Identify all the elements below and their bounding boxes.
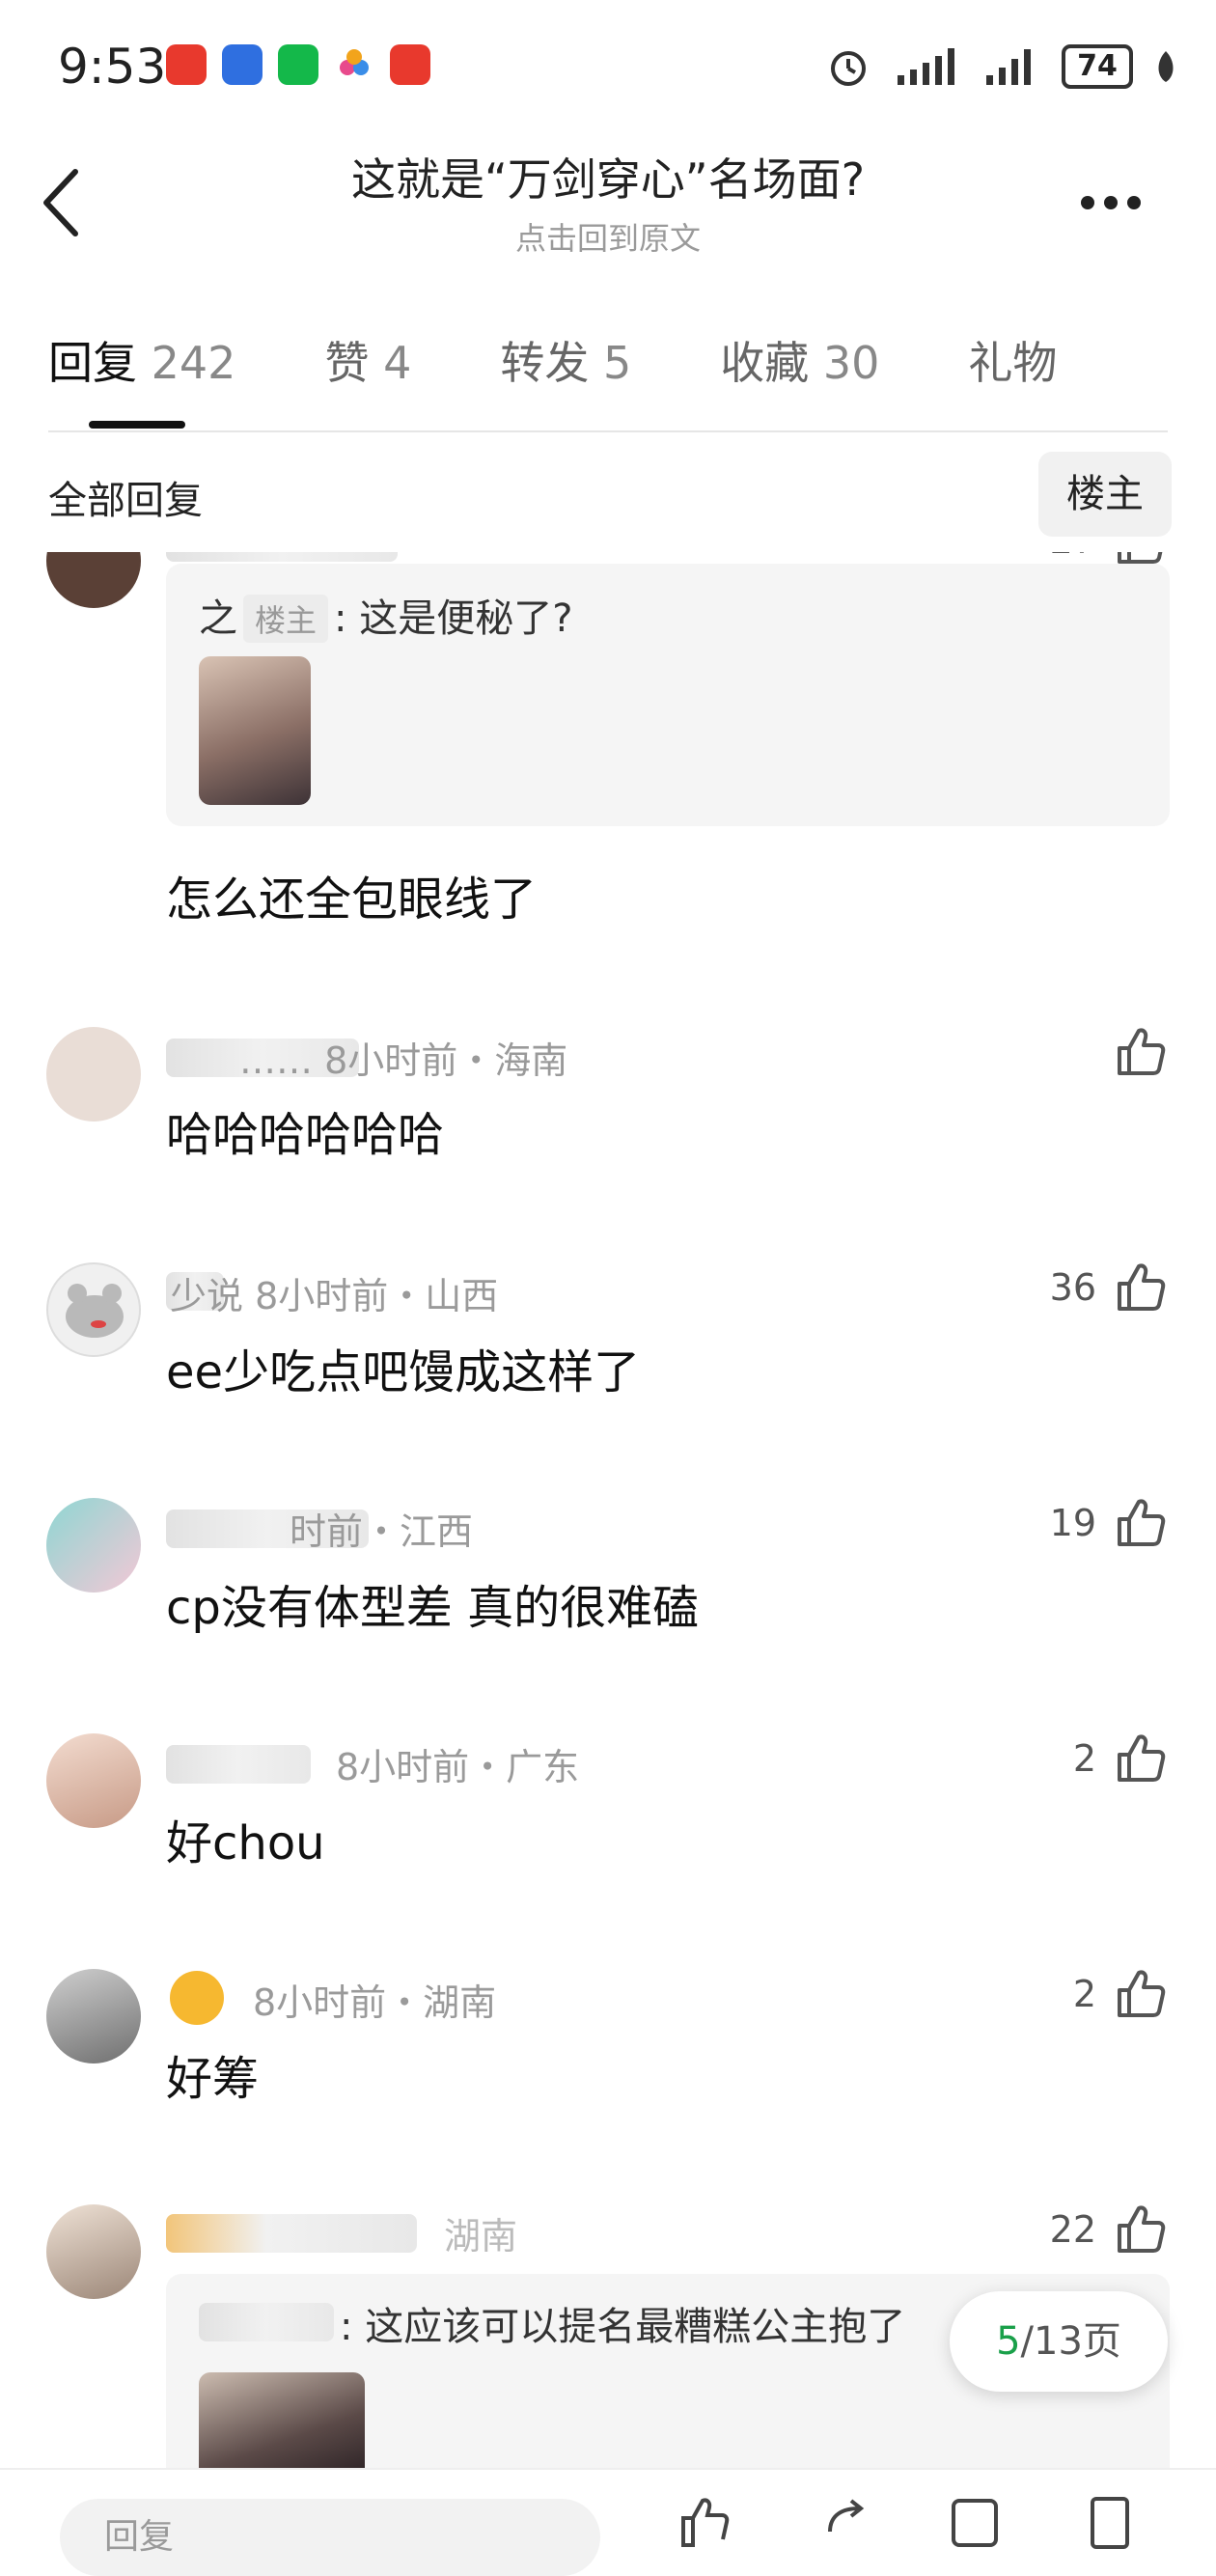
back-to-original-link[interactable]: 点击回到原文: [0, 214, 1216, 259]
username[interactable]: [166, 1745, 311, 1784]
quoted-image-thumbnail[interactable]: [199, 2372, 365, 2468]
comment-text: cp没有体型差 真的很难磕: [166, 1581, 700, 1635]
filter-label: 全部回复: [48, 479, 203, 523]
avatar[interactable]: [46, 1733, 141, 1828]
page-title[interactable]: 这就是“万剑穿心”名场面?: [0, 145, 1216, 208]
op-badge: 楼主: [243, 595, 329, 643]
list-item[interactable]: 时前・江西 19 cp没有体型差 真的很难磕: [0, 1496, 1216, 1670]
username[interactable]: [166, 2214, 417, 2253]
list-item[interactable]: 8小时前・湖南 2 好筹: [0, 1967, 1216, 2141]
comment-icon[interactable]: [946, 2493, 1004, 2551]
tab-gifts[interactable]: 礼物: [968, 328, 1057, 392]
wechat-icon: [278, 44, 318, 85]
avatar[interactable]: [46, 2204, 141, 2299]
signal-icon: [986, 49, 1031, 85]
comment-time-location: 8小时前・湖南: [253, 1981, 497, 2024]
thumbs-up-icon: [1118, 1263, 1166, 1311]
quoted-reply[interactable]: 之楼主: 这是便秘了?: [166, 564, 1170, 826]
active-tab-indicator: [89, 421, 185, 429]
avatar[interactable]: [46, 1498, 141, 1593]
avatar[interactable]: [46, 1262, 141, 1357]
thumbs-up-icon: [1118, 2205, 1166, 2253]
comment-location: 湖南: [444, 2215, 518, 2257]
tab-likes[interactable]: 赞 4: [324, 328, 411, 392]
alarm-icon: [831, 51, 866, 86]
emoji-icon: [170, 1971, 224, 2025]
like-button[interactable]: 2: [1073, 1731, 1168, 1786]
list-item[interactable]: …… 8小时前・海南 哈哈哈哈哈哈: [0, 1025, 1216, 1199]
battery-indicator: 74: [1062, 44, 1133, 89]
quoted-image-thumbnail[interactable]: [199, 656, 311, 805]
like-button[interactable]: 19: [1050, 1496, 1168, 1550]
comment-text: 哈哈哈哈哈哈: [166, 1108, 445, 1162]
quoted-text: 之楼主: 这是便秘了?: [199, 595, 573, 643]
comment-text: 好chou: [166, 1816, 325, 1870]
thumbs-up-icon[interactable]: [676, 2493, 733, 2551]
page-indicator[interactable]: 5/13页: [950, 2291, 1168, 2392]
app-notification-icon: [166, 44, 207, 85]
list-item[interactable]: 27 之楼主: 这是便秘了? 怎么还全包眼线了: [0, 552, 1216, 927]
like-button[interactable]: 22: [1050, 2202, 1168, 2257]
divider: [48, 430, 1168, 432]
op-only-button[interactable]: 楼主: [1038, 452, 1172, 537]
signal-icon: [898, 48, 954, 85]
app-notification-icon: [222, 44, 263, 85]
status-indicators: 74: [826, 42, 1177, 91]
list-item[interactable]: 少说 8小时前・山西 36 ee少吃点吧馒成这样了: [0, 1260, 1216, 1434]
share-icon[interactable]: [820, 2493, 878, 2551]
app-notification-icon: [390, 44, 430, 85]
tab-reposts[interactable]: 转发 5: [500, 328, 631, 392]
comment-time-location: 8小时前・广东: [336, 1746, 580, 1788]
like-button[interactable]: 36: [1050, 1260, 1168, 1315]
quoted-text: : 这应该可以提名最糟糕公主抱了: [340, 2305, 906, 2349]
tab-replies[interactable]: 回复 242: [48, 328, 235, 392]
status-time: 9:53: [58, 39, 167, 95]
comment-list: 27 之楼主: 这是便秘了? 怎么还全包眼线了 …… 8小时前・海南 哈哈哈哈哈…: [0, 552, 1216, 2468]
tab-favorites[interactable]: 收藏 30: [720, 328, 879, 392]
comment-text: 怎么还全包眼线了: [166, 873, 538, 927]
more-options-button[interactable]: [1081, 183, 1148, 222]
thumbs-up-icon: [1118, 1734, 1166, 1782]
like-button[interactable]: 2: [1073, 1967, 1168, 2021]
favorite-icon[interactable]: [1081, 2493, 1139, 2551]
bottom-action-bar: 回复: [0, 2468, 1216, 2576]
leaf-icon: [1158, 51, 1174, 82]
avatar[interactable]: [46, 1969, 141, 2064]
reply-input[interactable]: 回复: [60, 2499, 600, 2576]
username[interactable]: [166, 552, 398, 562]
comment-text: 好筹: [166, 2052, 260, 2106]
comment-time-location: …… 8小时前・海南: [239, 1039, 568, 1082]
avatar[interactable]: [46, 1027, 141, 1122]
list-item[interactable]: 8小时前・广东 2 好chou: [0, 1731, 1216, 1905]
quoted-username: [199, 2303, 334, 2341]
tab-bar: 回复 242 赞 4 转发 5 收藏 30 礼物: [48, 328, 1146, 392]
comment-time-location: 时前・江西: [290, 1510, 474, 1553]
thumbs-up-icon: [1118, 1499, 1166, 1546]
comment-text: ee少吃点吧馒成这样了: [166, 1345, 641, 1399]
app-notification-icon: [334, 44, 374, 85]
comment-time-location: 少说 8小时前・山西: [170, 1275, 499, 1317]
avatar[interactable]: [46, 552, 141, 608]
thumbs-up-icon: [1118, 1970, 1166, 2017]
thumbs-up-icon: [1118, 1028, 1166, 1075]
like-button[interactable]: [1114, 1025, 1168, 1079]
